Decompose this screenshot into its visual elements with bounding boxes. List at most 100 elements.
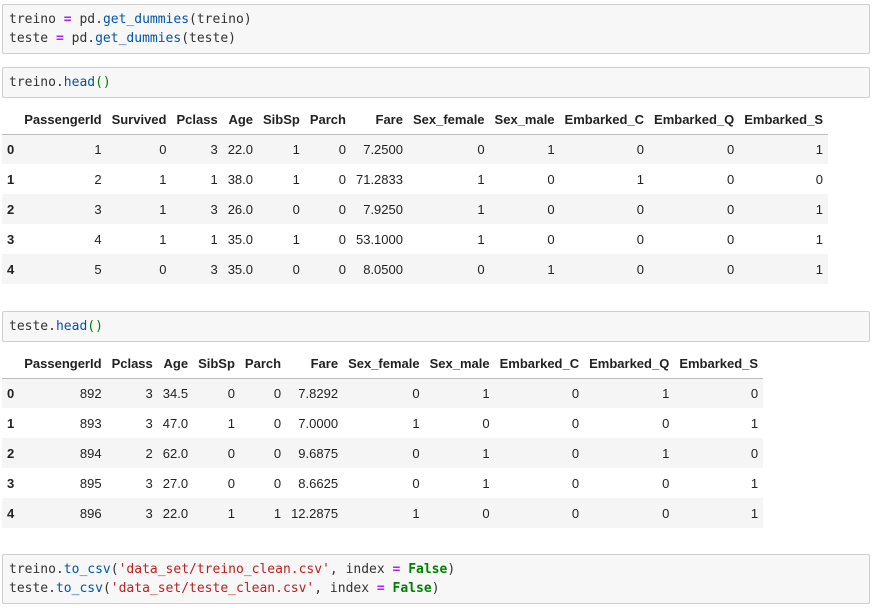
table-cell: 0 xyxy=(482,415,490,431)
table-cell: 0 xyxy=(727,231,735,247)
table-cell: 0 xyxy=(750,385,759,401)
column-header: PassengerId xyxy=(19,350,107,379)
table-cell: 1 xyxy=(477,231,485,247)
table-row: 3 4 1 1 35.0 1 0 53.1000 1 0 0 0 1 xyxy=(2,224,828,254)
table-cell: 26.0 xyxy=(227,201,253,217)
code-cell-get-dummies[interactable]: treino = pd.get_dummies(treino) teste = … xyxy=(2,4,870,54)
table-cell: 0 xyxy=(273,475,282,491)
table-cell: 5 xyxy=(94,261,102,277)
column-header: Pclass xyxy=(171,106,223,135)
table-cell: 0 xyxy=(750,445,759,461)
code-token: 'data_set/treino_clean.csv' xyxy=(118,562,330,577)
table-cell: 2 xyxy=(94,171,102,187)
table-row: 2 894 2 62.0 0 0 9.6875 0 1 0 1 0 xyxy=(2,438,764,468)
table-cell: 1 xyxy=(815,201,823,217)
table-cell: 1 xyxy=(227,505,235,521)
table-cell: 0 xyxy=(571,475,580,491)
code-token: to_csv xyxy=(63,562,111,577)
table-cell: 0 xyxy=(227,385,235,401)
table-cell: 3 xyxy=(145,475,153,491)
table-cell: 0 xyxy=(662,415,670,431)
table-cell: 1 xyxy=(482,445,490,461)
code-line: teste.to_csv('data_set/teste_clean.csv',… xyxy=(9,579,863,598)
table-cell: 0 xyxy=(159,141,167,157)
table-cell: 0 xyxy=(571,415,580,431)
table-cell: 0 xyxy=(477,261,485,277)
table-cell: 0 xyxy=(338,141,346,157)
table-cell: 0 xyxy=(338,261,346,277)
code-token: teste. xyxy=(9,581,56,596)
table-cell: 3 xyxy=(210,201,218,217)
code-token: , index xyxy=(329,562,393,577)
table-cell: 1 xyxy=(159,201,167,217)
treino-dataframe: PassengerId Survived Pclass Age SibSp Parch Fa… xyxy=(2,106,828,284)
table-cell: 0 xyxy=(662,505,670,521)
table-cell: 0 xyxy=(292,261,300,277)
table-cell: 0 xyxy=(727,141,735,157)
table-cell: 0 xyxy=(159,261,167,277)
table-cell: 35.0 xyxy=(227,231,253,247)
code-cell-teste-head[interactable]: teste.head() xyxy=(2,311,870,342)
table-cell: 0 xyxy=(547,201,555,217)
row-index: 1 xyxy=(7,171,15,187)
code-token: ( xyxy=(102,581,111,596)
code-token: = xyxy=(392,562,401,577)
code-line: teste = pd.get_dummies(teste) xyxy=(9,29,863,48)
code-token: to_csv xyxy=(55,581,103,596)
column-header: Parch xyxy=(239,350,287,379)
table-cell: 1 xyxy=(292,141,300,157)
table-cell: 7.0000 xyxy=(298,415,339,431)
table-cell: 1 xyxy=(750,415,759,431)
column-header: Sex_male xyxy=(489,106,560,135)
table-cell: 0 xyxy=(636,231,645,247)
table-cell: 0 xyxy=(547,231,555,247)
table-cell: 22.0 xyxy=(162,505,189,521)
code-cell-to-csv[interactable]: treino.to_csv('data_set/treino_clean.csv… xyxy=(2,554,870,604)
row-index: 3 xyxy=(7,475,15,491)
table-row: 1 893 3 47.0 1 0 7.0000 1 0 0 0 1 xyxy=(2,408,763,438)
table-header-row: PassengerId Survived Pclass Age SibSp Parch Fa… xyxy=(2,106,828,135)
code-token: get_dummies xyxy=(102,12,190,27)
table-cell: 0 xyxy=(273,415,282,431)
table-cell: 1 xyxy=(227,415,235,431)
table-cell: 1 xyxy=(815,261,823,277)
table-cell: 893 xyxy=(79,415,102,431)
table-cell: 894 xyxy=(79,445,102,461)
table-cell: 0 xyxy=(412,445,420,461)
table-header-row: PassengerId Pclass Age SibSp Parch Fare Sex_fe… xyxy=(2,350,764,379)
code-cell-treino-head[interactable]: treino.head() xyxy=(2,67,870,98)
table-row: 4 5 0 3 35.0 0 0 8.0500 0 1 0 0 1 xyxy=(2,254,828,284)
table-cell: 0 xyxy=(636,201,645,217)
table-cell: 1 xyxy=(662,445,670,461)
table-cell: 0 xyxy=(662,475,670,491)
column-header: Embarked_S xyxy=(674,350,764,379)
table-cell: 3 xyxy=(145,415,153,431)
table-cell: 2 xyxy=(145,445,153,461)
table-cell: 1 xyxy=(547,141,555,157)
table-cell: 0 xyxy=(273,445,282,461)
table-cell: 0 xyxy=(412,475,420,491)
table-cell: 1 xyxy=(292,171,300,187)
code-token: = xyxy=(63,12,72,27)
code-token: ) xyxy=(431,581,440,596)
code-token: False xyxy=(392,581,432,596)
table-cell: 4 xyxy=(94,231,102,247)
table-cell: 62.0 xyxy=(162,445,189,461)
code-token: head xyxy=(63,75,96,90)
table-cell: 12.2875 xyxy=(291,505,339,521)
table-cell: 3 xyxy=(210,141,218,157)
table-cell: 0 xyxy=(338,231,346,247)
code-token: , index xyxy=(314,581,377,596)
column-header: Parch xyxy=(304,106,351,135)
table-cell: 1 xyxy=(477,171,485,187)
table-row: 0 1 0 3 22.0 1 0 7.2500 0 1 0 0 1 xyxy=(2,134,828,164)
table-cell: 35.0 xyxy=(227,261,253,277)
row-index: 3 xyxy=(7,231,15,247)
table-cell: 1 xyxy=(662,385,670,401)
code-token: pd. xyxy=(71,31,96,46)
column-header: Sex_female xyxy=(407,106,490,135)
row-index: 1 xyxy=(7,415,15,431)
table-cell: 0 xyxy=(815,171,823,187)
column-header: Embarked_C xyxy=(494,350,585,379)
column-header: SibSp xyxy=(258,106,305,135)
